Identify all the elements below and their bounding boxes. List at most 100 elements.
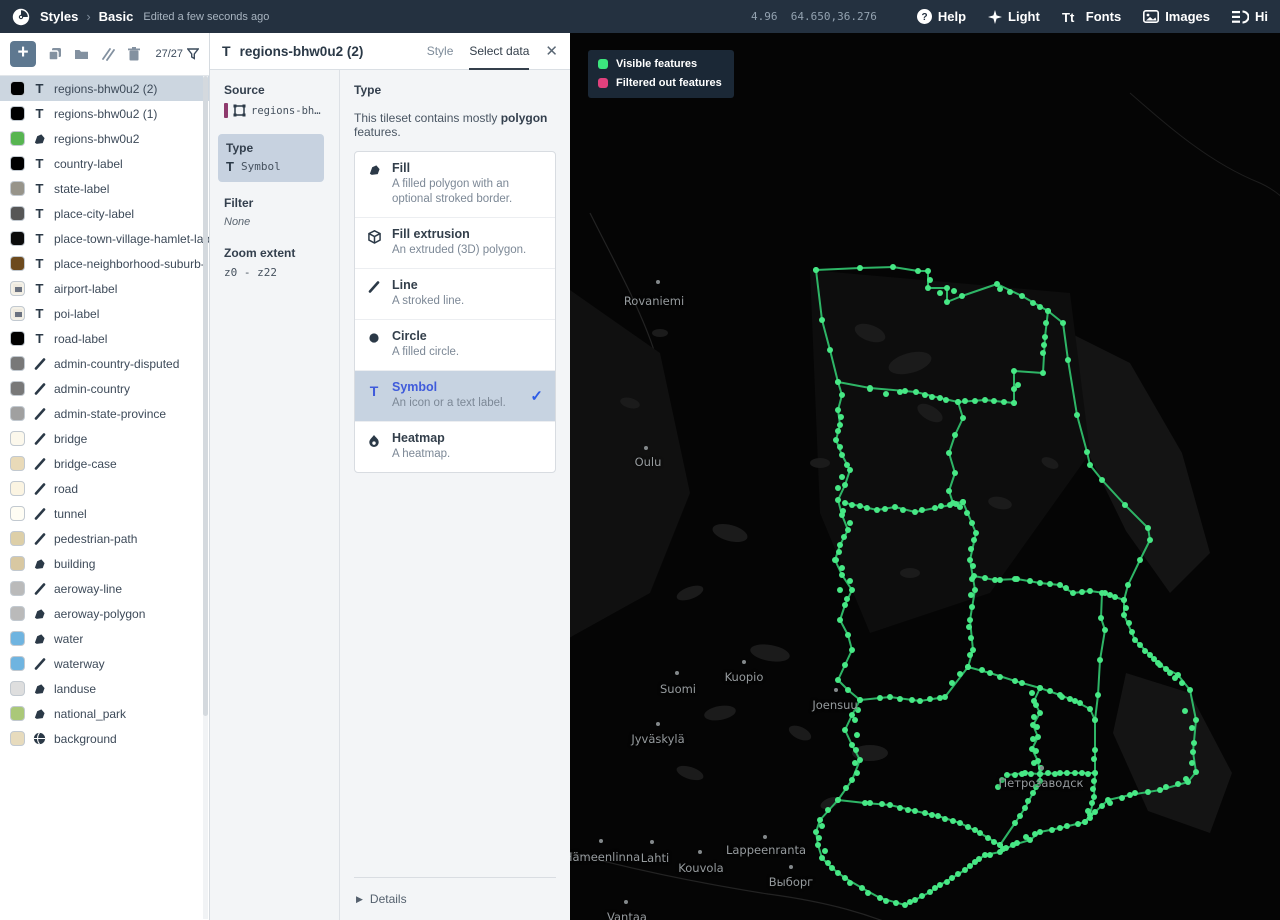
mapbox-studio-logo[interactable] (12, 8, 30, 26)
edited-status: Edited a few seconds ago (143, 10, 270, 23)
type-selector[interactable]: Type T Symbol (218, 134, 324, 182)
filter-value[interactable]: None (224, 216, 329, 228)
layer-label: waterway (54, 656, 105, 671)
layer-row[interactable]: waterway (0, 651, 209, 676)
layer-row[interactable]: Tregions-bhw0u2 (1) (0, 101, 209, 126)
layer-label: admin-state-province (54, 406, 167, 421)
duplicate-layer-icon[interactable] (48, 47, 62, 61)
line-type-icon (34, 382, 45, 395)
layer-label: country-label (54, 156, 123, 171)
layer-row[interactable]: admin-state-province (0, 401, 209, 426)
breadcrumb-styles[interactable]: Styles (40, 9, 78, 24)
city-label: Kouvola (678, 861, 724, 875)
layer-row[interactable]: tunnel (0, 501, 209, 526)
city-dot (656, 280, 660, 284)
type-option-fill-extrusion[interactable]: Fill extrusion An extruded (3D) polygon. (355, 216, 555, 268)
add-layer-button[interactable]: + (10, 41, 36, 67)
layer-label: pedestrian-path (54, 531, 138, 546)
city-label: Lappeenranta (725, 843, 807, 857)
tab-select-data[interactable]: Select data (469, 33, 530, 70)
layer-label: place-town-village-hamlet-label (54, 231, 209, 246)
legend-row: Filtered out features (598, 77, 722, 89)
layer-row[interactable]: Tairport-label (0, 276, 209, 301)
layer-swatch (10, 506, 25, 521)
images-menu-item[interactable]: Images (1143, 9, 1210, 24)
globe-type-icon (33, 732, 46, 745)
tileset-note: This tileset contains mostly polygon fea… (354, 111, 548, 139)
details-triangle-icon: ▶ (356, 893, 363, 904)
help-menu-item[interactable]: ? Help (916, 9, 966, 24)
type-option-fill[interactable]: Fill A filled polygon with an optional st… (355, 152, 555, 217)
layer-row[interactable]: regions-bhw0u2 (0, 126, 209, 151)
symbol-type-icon: T (222, 43, 231, 59)
group-layers-icon[interactable] (74, 48, 89, 60)
type-option-line[interactable]: Line A stroked line. (355, 267, 555, 319)
layer-row[interactable]: aeroway-line (0, 576, 209, 601)
layer-swatch (10, 156, 25, 171)
hide-layer-icon[interactable] (101, 47, 116, 61)
city-label: Joensuu (812, 698, 858, 712)
source-color-bar (224, 103, 228, 118)
symbol-type-icon: T (35, 181, 44, 196)
layer-row[interactable]: road (0, 476, 209, 501)
layer-row[interactable]: Tcountry-label (0, 151, 209, 176)
layer-row[interactable]: bridge (0, 426, 209, 451)
details-expander[interactable]: ▶ Details (354, 878, 556, 920)
type-section-label: Type (226, 141, 254, 155)
layer-filter-counter[interactable]: 27/27 (155, 48, 199, 60)
layer-row[interactable]: aeroway-polygon (0, 601, 209, 626)
symbol-type-icon: T (35, 156, 44, 171)
history-icon (1232, 10, 1249, 23)
layer-row[interactable]: admin-country (0, 376, 209, 401)
layer-label: state-label (54, 181, 110, 196)
fill-type-icon (34, 633, 45, 644)
layer-row[interactable]: Tplace-city-label (0, 201, 209, 226)
type-option-circle[interactable]: Circle A filled circle. (355, 318, 555, 370)
history-menu-item[interactable]: Hi (1232, 9, 1268, 24)
type-option-heatmap[interactable]: Heatmap A heatmap. (355, 420, 555, 472)
breadcrumb-style-name[interactable]: Basic (99, 9, 134, 24)
layer-row[interactable]: pedestrian-path (0, 526, 209, 551)
source-selector[interactable]: regions-bh… (224, 103, 329, 118)
layer-label: bridge-case (54, 456, 117, 471)
layer-row[interactable]: national_park (0, 701, 209, 726)
layer-row[interactable]: Tplace-neighborhood-suburb-l… (0, 251, 209, 276)
layer-row[interactable]: landuse (0, 676, 209, 701)
city-label: Hämeenlinna (570, 850, 641, 864)
layer-row[interactable]: Tpoi-label (0, 301, 209, 326)
city-dot (763, 835, 767, 839)
layer-row[interactable]: bridge-case (0, 451, 209, 476)
layer-row[interactable]: background (0, 726, 209, 751)
layer-row[interactable]: Troad-label (0, 326, 209, 351)
panel-footer: ▶ Details (354, 877, 556, 920)
map-canvas[interactable]: Visible features Filtered out features Ro… (570, 33, 1280, 920)
layer-row[interactable]: admin-country-disputed (0, 351, 209, 376)
layer-row[interactable]: Tplace-town-village-hamlet-label (0, 226, 209, 251)
filter-funnel-icon (187, 48, 199, 60)
type-heading: Type (354, 83, 382, 97)
close-panel-icon[interactable]: ✕ (545, 42, 558, 60)
symbol-type-icon: T (35, 231, 44, 246)
layer-row[interactable]: building (0, 551, 209, 576)
layer-label: landuse (54, 681, 97, 696)
city-dot (656, 722, 660, 726)
layer-row[interactable]: water (0, 626, 209, 651)
zoom-extent-value[interactable]: z0 - z22 (224, 266, 329, 279)
fonts-menu-item[interactable]: Tt Fonts (1062, 9, 1121, 24)
delete-layer-icon[interactable] (128, 47, 140, 61)
sidebar-scrollbar[interactable] (203, 76, 208, 919)
images-icon (1143, 10, 1160, 23)
layer-row[interactable]: Tstate-label (0, 176, 209, 201)
fill-type-icon (34, 708, 45, 719)
map-render (570, 92, 1280, 920)
type-option-symbol[interactable]: T Symbol An icon or a text label. ✓ (355, 369, 555, 421)
city-dot (742, 660, 746, 664)
symbol-type-icon: T (35, 306, 44, 321)
layer-row[interactable]: Tregions-bhw0u2 (2) (0, 76, 209, 101)
light-menu-item[interactable]: Light (988, 9, 1040, 24)
city-label: Lahti (640, 851, 670, 865)
tab-style[interactable]: Style (427, 33, 454, 70)
city-dot (698, 850, 702, 854)
layer-swatch (10, 656, 25, 671)
type-value: Symbol (240, 160, 281, 173)
